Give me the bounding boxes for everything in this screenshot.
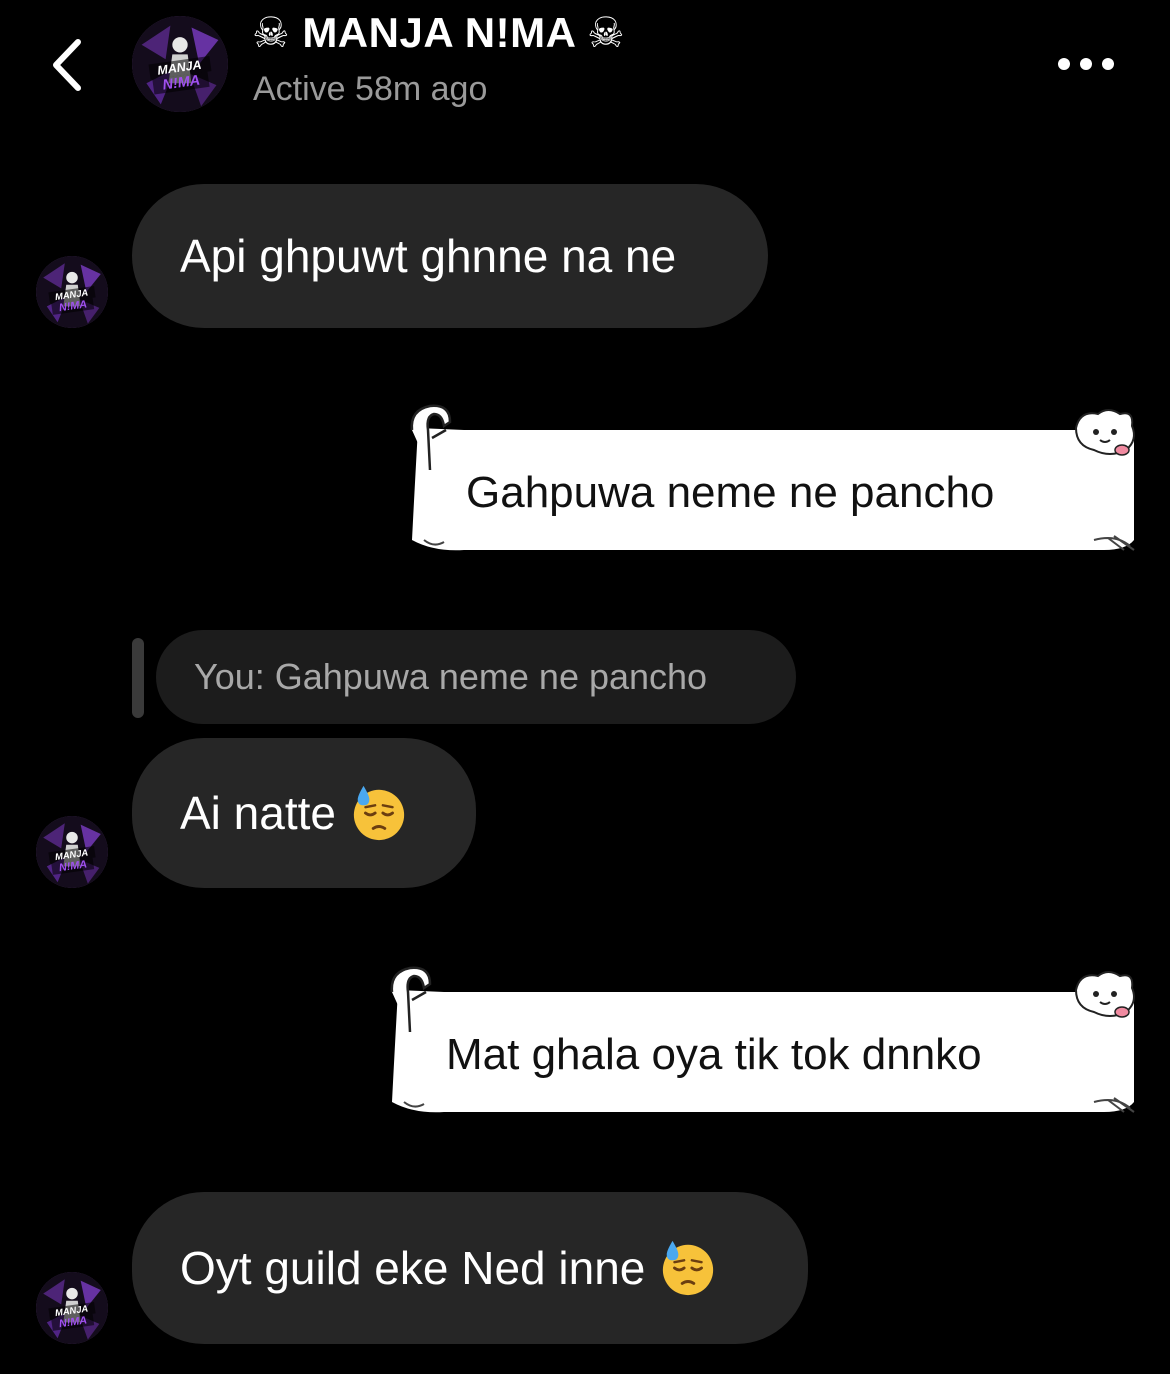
- reply-preview[interactable]: You: Gahpuwa neme ne pancho: [156, 630, 796, 724]
- message-text: Gahpuwa neme ne pancho: [466, 468, 995, 517]
- downcast-face-with-sweat-icon: [659, 1239, 717, 1297]
- active-status: Active 58m ago: [253, 70, 488, 108]
- contact-avatar[interactable]: MANJA N!MA: [132, 16, 228, 112]
- incoming-message[interactable]: Api ghpuwt ghnne na ne: [132, 184, 768, 328]
- outgoing-message[interactable]: Mat ghala oya tik tok dnnko: [384, 962, 1140, 1122]
- message-text: Oyt guild eke Ned inne: [180, 1242, 646, 1294]
- back-icon[interactable]: [40, 30, 100, 100]
- contact-name[interactable]: ☠ MANJA N!MA ☠: [252, 8, 625, 57]
- incoming-message[interactable]: Oyt guild eke Ned inne: [132, 1192, 808, 1344]
- more-options-icon[interactable]: [1050, 44, 1122, 84]
- sender-avatar[interactable]: MANJA N!MA: [36, 1272, 108, 1344]
- chat-header: MANJA N!MA ☠ MANJA N!MA ☠ Active 58m ago: [0, 0, 1170, 130]
- downcast-face-with-sweat-icon: [350, 784, 408, 842]
- sender-avatar[interactable]: MANJA N!MA: [36, 816, 108, 888]
- incoming-message[interactable]: Ai natte: [132, 738, 476, 888]
- message-text: Mat ghala oya tik tok dnnko: [446, 1030, 982, 1079]
- sender-avatar[interactable]: MANJA N!MA: [36, 256, 108, 328]
- message-text: Api ghpuwt ghnne na ne: [180, 230, 677, 282]
- reply-indicator-bar: [132, 638, 144, 718]
- reply-preview-text: You: Gahpuwa neme ne pancho: [194, 656, 708, 697]
- outgoing-message[interactable]: Gahpuwa neme ne pancho: [404, 400, 1140, 560]
- message-text: Ai natte: [180, 787, 336, 839]
